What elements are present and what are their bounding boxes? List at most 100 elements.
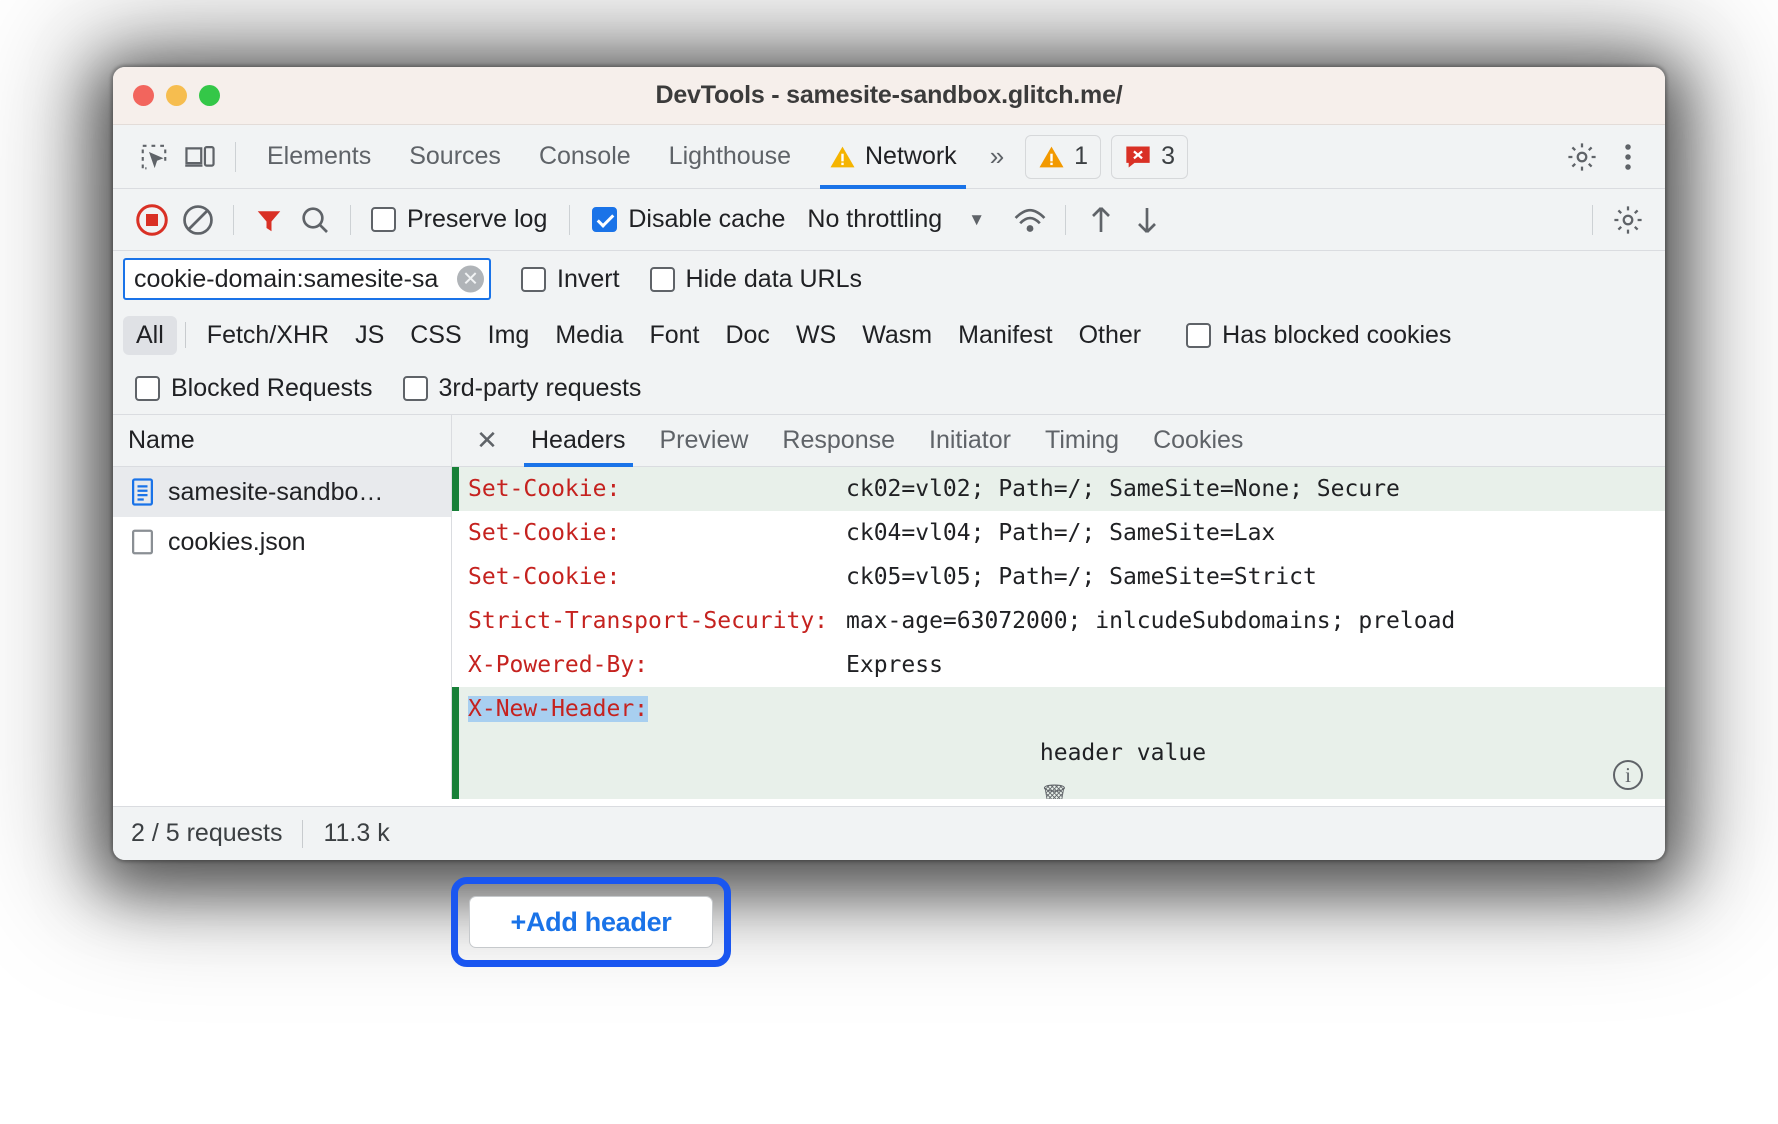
- type-filter-all[interactable]: All: [123, 316, 177, 355]
- header-row[interactable]: Set-Cookie: ck04=vl04; Path=/; SameSite=…: [452, 511, 1665, 555]
- hide-data-urls-checkbox[interactable]: Hide data URLs: [650, 265, 862, 294]
- checkbox-box[interactable]: [1186, 323, 1211, 348]
- search-icon[interactable]: [292, 197, 338, 243]
- toolbar-divider: [1592, 205, 1593, 235]
- header-row[interactable]: Set-Cookie: ck05=vl05; Path=/; SameSite=…: [452, 555, 1665, 599]
- kebab-menu-icon[interactable]: [1605, 134, 1651, 180]
- request-row-cookies-json[interactable]: cookies.json: [113, 517, 451, 567]
- export-har-icon[interactable]: [1124, 197, 1170, 243]
- invert-checkbox[interactable]: Invert: [521, 265, 620, 294]
- close-icon[interactable]: ✕: [468, 422, 506, 460]
- type-filter-js[interactable]: JS: [342, 316, 397, 355]
- extra-filter-options: Blocked Requests 3rd-party requests: [113, 363, 1665, 415]
- header-row[interactable]: Strict-Transport-Security: max-age=63072…: [452, 599, 1665, 643]
- record-stop-icon[interactable]: [129, 197, 175, 243]
- filter-funnel-icon[interactable]: [246, 197, 292, 243]
- type-filter-fetchxhr[interactable]: Fetch/XHR: [194, 316, 342, 355]
- header-name[interactable]: Set-Cookie:: [468, 467, 846, 511]
- checkbox-box[interactable]: [371, 207, 396, 232]
- filter-input[interactable]: cookie-domain:samesite-sa ✕: [123, 258, 491, 300]
- request-list-panel: Name samesite-sandbo…: [113, 415, 452, 799]
- header-row[interactable]: Set-Cookie: ck02=vl02; Path=/; SameSite=…: [452, 467, 1665, 511]
- type-filter-manifest[interactable]: Manifest: [945, 316, 1065, 355]
- disable-cache-label: Disable cache: [628, 205, 785, 234]
- header-name[interactable]: Strict-Transport-Security:: [468, 599, 846, 643]
- details-tab-bar: ✕ Headers Preview Response Initiator Tim…: [452, 415, 1665, 467]
- tab-timing[interactable]: Timing: [1028, 415, 1136, 467]
- more-tabs-button[interactable]: »: [976, 141, 1015, 172]
- header-name[interactable]: Set-Cookie:: [468, 511, 846, 555]
- add-header-button-highlighted[interactable]: +Add header: [469, 896, 713, 948]
- third-party-requests-checkbox[interactable]: 3rd-party requests: [403, 374, 642, 403]
- type-filter-other[interactable]: Other: [1066, 316, 1155, 355]
- tab-cookies[interactable]: Cookies: [1136, 415, 1260, 467]
- header-value[interactable]: ck05=vl05; Path=/; SameSite=Strict: [846, 555, 1665, 599]
- network-conditions-icon[interactable]: [1007, 197, 1053, 243]
- type-filter-doc[interactable]: Doc: [712, 316, 782, 355]
- blocked-requests-checkbox[interactable]: Blocked Requests: [135, 374, 373, 403]
- clear-icon[interactable]: [175, 197, 221, 243]
- import-har-icon[interactable]: [1078, 197, 1124, 243]
- checkbox-box[interactable]: [521, 267, 546, 292]
- title-bar: DevTools - samesite-sandbox.glitch.me/: [113, 67, 1665, 125]
- type-filter-img[interactable]: Img: [475, 316, 543, 355]
- type-filter-media[interactable]: Media: [542, 316, 636, 355]
- trash-icon[interactable]: 🗑: [1040, 784, 1069, 799]
- request-name: cookies.json: [168, 528, 306, 557]
- document-icon: [129, 477, 156, 507]
- filter-input-value: cookie-domain:samesite-sa: [134, 265, 438, 294]
- preserve-log-checkbox[interactable]: Preserve log: [371, 205, 547, 234]
- resource-type-filters: All Fetch/XHR JS CSS Img Media Font Doc …: [113, 307, 1665, 363]
- warning-count-badge[interactable]: 1: [1025, 135, 1101, 179]
- type-filter-wasm[interactable]: Wasm: [849, 316, 945, 355]
- devtools-tab-bar: Elements Sources Console Lighthouse: [113, 125, 1665, 189]
- has-blocked-cookies-label: Has blocked cookies: [1222, 321, 1451, 350]
- window-title: DevTools - samesite-sandbox.glitch.me/: [113, 81, 1665, 110]
- network-toolbar: Preserve log Disable cache No throttling…: [113, 189, 1665, 251]
- header-value[interactable]: max-age=63072000; inlcudeSubdomains; pre…: [846, 599, 1665, 643]
- checkbox-box[interactable]: [135, 376, 160, 401]
- header-value[interactable]: ck02=vl02; Path=/; SameSite=None; Secure: [846, 467, 1665, 511]
- tab-network[interactable]: Network: [810, 125, 976, 189]
- gear-icon[interactable]: [1559, 134, 1605, 180]
- toolbar-divider: [233, 205, 234, 235]
- checkbox-box[interactable]: [592, 207, 617, 232]
- column-header-name[interactable]: Name: [113, 415, 451, 467]
- tab-elements[interactable]: Elements: [248, 125, 390, 189]
- toolbar-divider: [569, 205, 570, 235]
- clear-input-icon[interactable]: ✕: [457, 266, 484, 293]
- tab-console[interactable]: Console: [520, 125, 650, 189]
- throttling-select[interactable]: No throttling: [807, 205, 942, 234]
- type-filter-font[interactable]: Font: [636, 316, 712, 355]
- device-toolbar-icon[interactable]: [177, 134, 223, 180]
- tab-initiator[interactable]: Initiator: [912, 415, 1028, 467]
- checkbox-box[interactable]: [403, 376, 428, 401]
- header-value[interactable]: header value 🗑: [846, 687, 1613, 799]
- tab-sources[interactable]: Sources: [390, 125, 520, 189]
- checkbox-box[interactable]: [650, 267, 675, 292]
- tab-response[interactable]: Response: [765, 415, 912, 467]
- header-row[interactable]: X-Powered-By: Express: [452, 643, 1665, 687]
- inspect-element-icon[interactable]: [131, 134, 177, 180]
- header-name[interactable]: X-New-Header:: [468, 687, 846, 731]
- header-value[interactable]: ck04=vl04; Path=/; SameSite=Lax: [846, 511, 1665, 555]
- tab-headers[interactable]: Headers: [514, 415, 643, 467]
- chevron-down-icon[interactable]: ▼: [968, 210, 985, 230]
- disable-cache-checkbox[interactable]: Disable cache: [592, 205, 785, 234]
- header-value[interactable]: Express: [846, 643, 1665, 687]
- header-name-text: X-New-Header:: [468, 696, 648, 722]
- gear-icon[interactable]: [1605, 197, 1651, 243]
- header-value-text: header value: [1040, 740, 1206, 766]
- header-name[interactable]: X-Powered-By:: [468, 643, 846, 687]
- request-row-samesite-sandbox[interactable]: samesite-sandbo…: [113, 467, 451, 517]
- has-blocked-cookies-checkbox[interactable]: Has blocked cookies: [1186, 321, 1451, 350]
- tab-preview[interactable]: Preview: [643, 415, 766, 467]
- info-icon[interactable]: i: [1613, 760, 1643, 790]
- type-filter-ws[interactable]: WS: [783, 316, 849, 355]
- tab-lighthouse[interactable]: Lighthouse: [650, 125, 810, 189]
- header-name[interactable]: Set-Cookie:: [468, 555, 846, 599]
- tab-label: Network: [865, 142, 957, 171]
- header-row[interactable]: X-New-Header: header value 🗑 i: [452, 687, 1665, 799]
- error-count-badge[interactable]: 3: [1111, 135, 1188, 179]
- type-filter-css[interactable]: CSS: [397, 316, 474, 355]
